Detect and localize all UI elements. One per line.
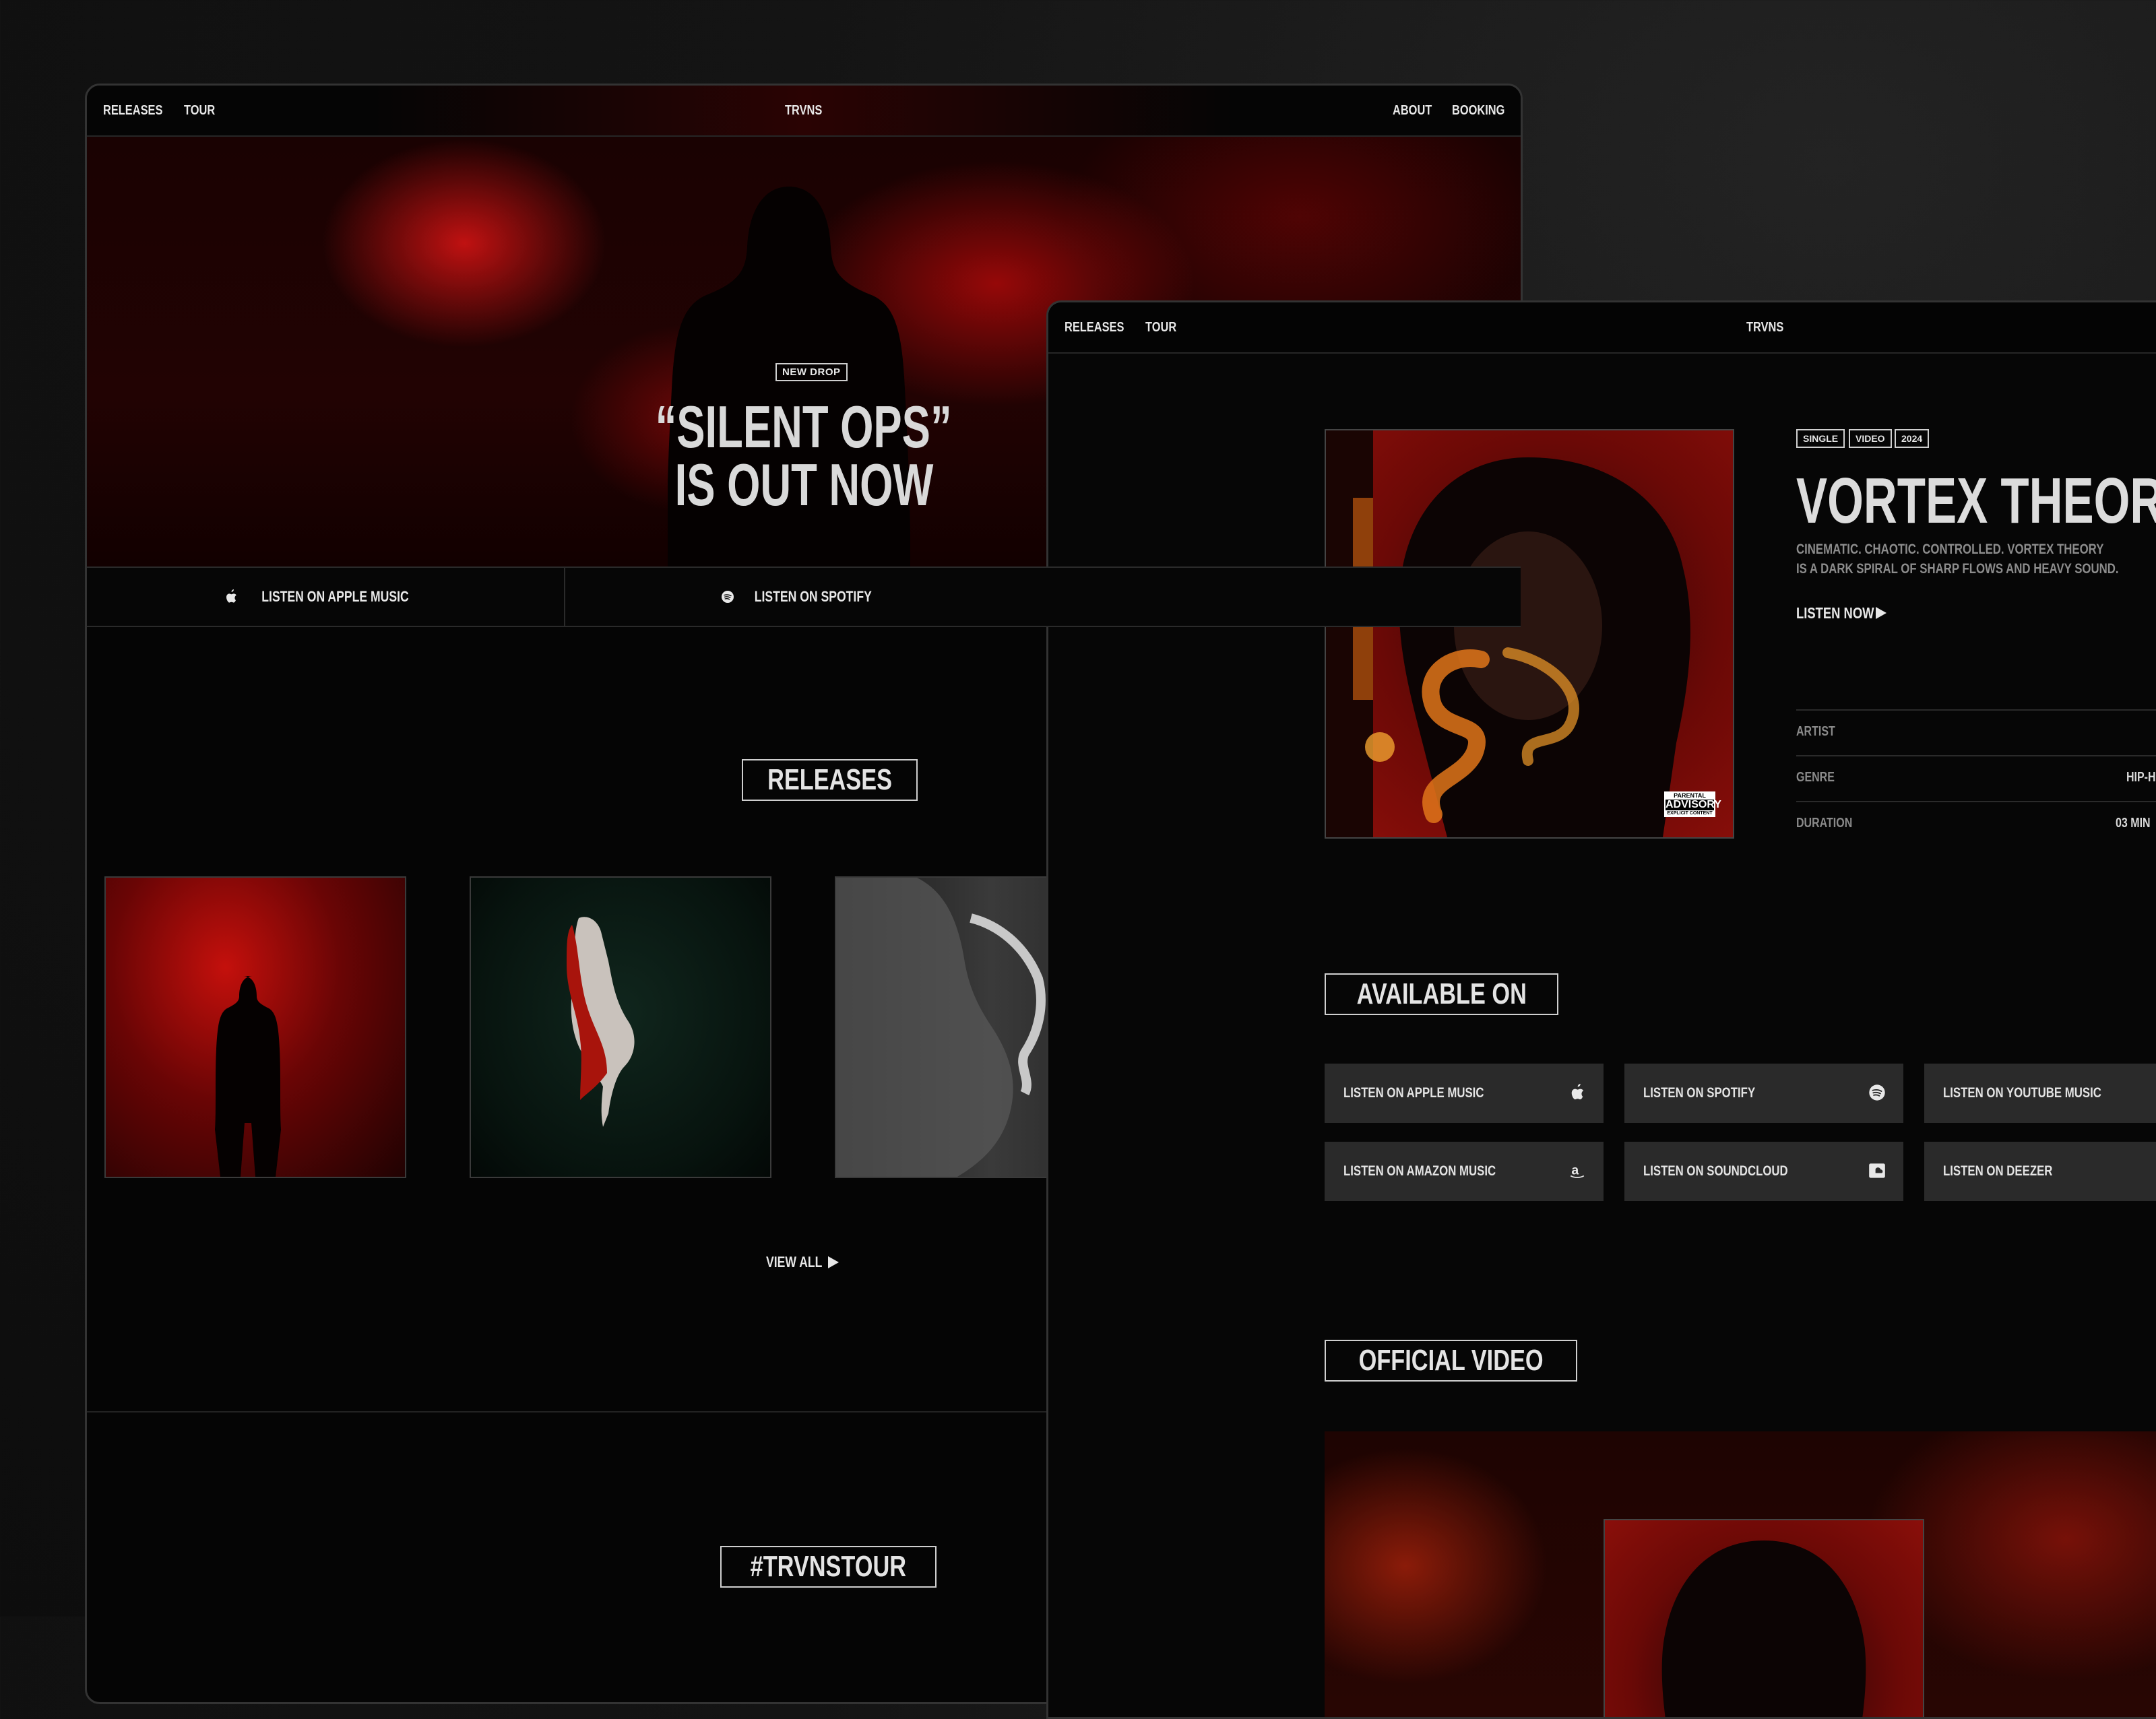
tour-heading: #TRVNSTOUR <box>720 1546 937 1588</box>
apple-icon <box>226 589 236 603</box>
soundcloud-icon <box>1869 1163 1885 1178</box>
nav-about-link[interactable]: ABOUT <box>1393 86 1432 135</box>
svg-text:a: a <box>1571 1163 1579 1177</box>
service-youtube-music-button[interactable]: LISTEN ON YOUTUBE MUSIC <box>1924 1064 2156 1123</box>
play-arrow-icon <box>828 1256 839 1268</box>
tag-year: 2024 <box>1895 429 1930 448</box>
play-arrow-icon <box>1876 607 1886 619</box>
view-all-link[interactable]: VIEW ALL <box>766 1254 839 1271</box>
site-logo[interactable]: TRVNS <box>785 86 822 135</box>
tag-single: SINGLE <box>1796 429 1845 448</box>
spotify-icon <box>722 591 734 603</box>
listen-spotify-button[interactable]: LISTEN ON SPOTIFY <box>564 568 1044 626</box>
release-cover-art: PARENTAL ADVISORY EXPLICIT CONTENT <box>1325 429 1734 839</box>
release-card-silent-ops[interactable] <box>104 876 406 1178</box>
top-nav: RELEASES TOUR TRVNS ABOUT BOOKING <box>87 86 1521 137</box>
release-cover-image <box>567 917 635 1127</box>
top-nav: RELEASES TOUR TRVNS <box>1048 302 2156 354</box>
release-description: CINEMATIC. CHAOTIC. CONTROLLED. VORTEX T… <box>1796 542 2119 577</box>
official-video-player[interactable] <box>1325 1431 2156 1717</box>
hooded-smoker-image <box>1326 430 1690 837</box>
release-title: VORTEX THEORY <box>1796 465 2156 537</box>
listen-bar: LISTEN ON APPLE MUSIC LISTEN ON SPOTIFY <box>87 566 1521 627</box>
nav-releases-link[interactable]: RELEASES <box>103 86 162 135</box>
site-logo[interactable]: TRVNS <box>1746 302 1783 352</box>
service-spotify-button[interactable]: LISTEN ON SPOTIFY <box>1624 1064 1903 1123</box>
parental-advisory-label: PARENTAL ADVISORY EXPLICIT CONTENT <box>1664 791 1721 817</box>
nav-tour-link[interactable]: TOUR <box>184 86 215 135</box>
nav-tour-link[interactable]: TOUR <box>1145 302 1176 352</box>
service-deezer-button[interactable]: LISTEN ON DEEZER <box>1924 1142 2156 1201</box>
meta-row-artist: ARTIST <box>1796 709 2156 756</box>
hooded-figure-image <box>1661 1540 1866 1717</box>
release-card-2[interactable] <box>470 876 771 1178</box>
tag-video: VIDEO <box>1849 429 1892 448</box>
available-on-heading: AVAILABLE ON <box>1325 973 1559 1015</box>
apple-icon <box>1571 1084 1584 1100</box>
meta-row-duration: DURATION 03 MIN <box>1796 801 2156 848</box>
release-cover-image <box>215 976 281 1177</box>
spotify-icon <box>1869 1084 1885 1101</box>
listen-apple-music-button[interactable]: LISTEN ON APPLE MUSIC <box>87 568 565 626</box>
service-apple-music-button[interactable]: LISTEN ON APPLE MUSIC <box>1325 1064 1604 1123</box>
nav-booking-link[interactable]: BOOKING <box>1452 86 1504 135</box>
listen-now-link[interactable]: LISTEN NOW <box>1796 604 1893 622</box>
release-page-window: RELEASES TOUR TRVNS PARENTAL ADVISORY EX… <box>1046 300 2156 1719</box>
amazon-icon: a <box>1570 1163 1585 1178</box>
service-soundcloud-button[interactable]: LISTEN ON SOUNDCLOUD <box>1624 1142 1903 1201</box>
official-video-heading: OFFICIAL VIDEO <box>1325 1340 1578 1382</box>
releases-heading: RELEASES <box>742 759 918 801</box>
video-thumbnail <box>1604 1519 1924 1717</box>
meta-row-genre: GENRE HIP-H <box>1796 755 2156 802</box>
nav-releases-link[interactable]: RELEASES <box>1065 302 1124 352</box>
new-drop-badge: NEW DROP <box>775 363 848 381</box>
service-amazon-music-button[interactable]: LISTEN ON AMAZON MUSIC a <box>1325 1142 1604 1201</box>
